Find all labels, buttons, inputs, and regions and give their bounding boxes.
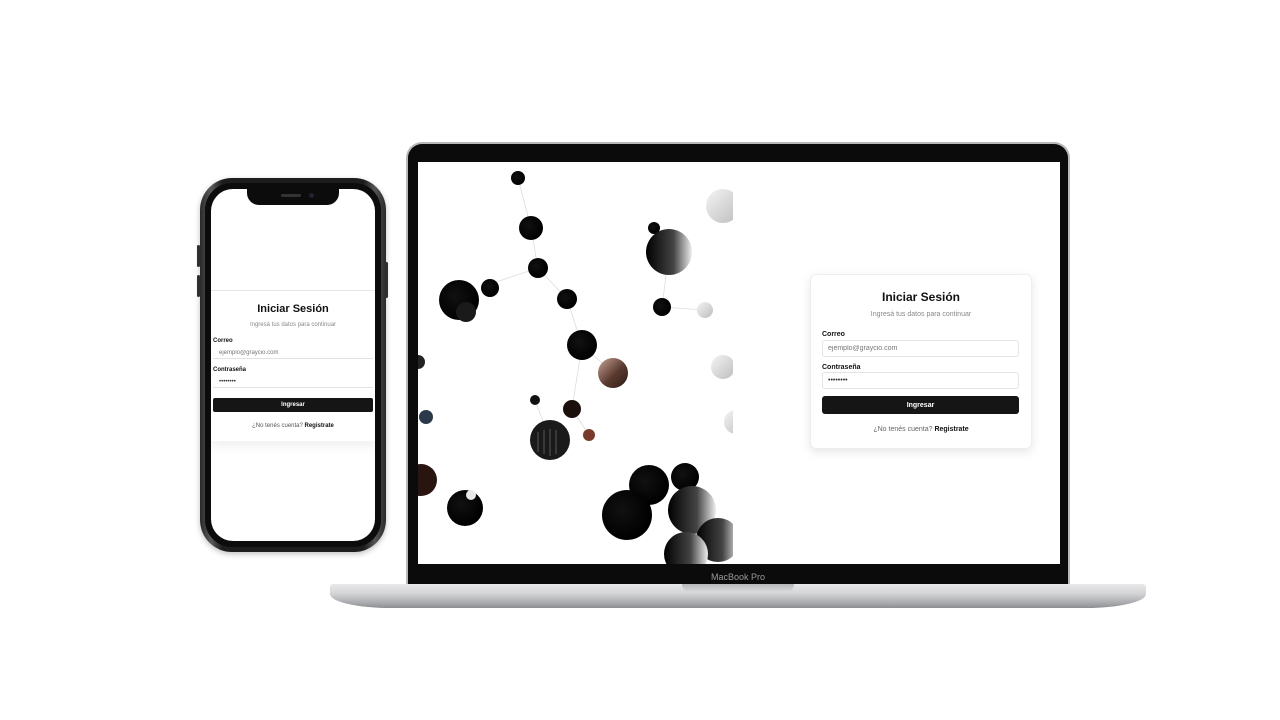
desktop-password-input[interactable] <box>822 372 1019 389</box>
mobile-register-link[interactable]: Registrate <box>305 423 334 429</box>
phone-notch <box>247 189 339 205</box>
mobile-email-label: Correo <box>213 338 233 344</box>
phone-screen: Iniciar Sesión Ingresá tus datos para co… <box>211 189 375 541</box>
laptop-base-notch <box>682 584 794 592</box>
mobile-password-input[interactable] <box>213 376 373 388</box>
mobile-register-row: ¿No tenés cuenta? Registrate <box>211 423 375 429</box>
laptop-screen: Iniciar Sesión Ingresá tus datos para co… <box>418 162 1060 564</box>
mobile-email-input[interactable] <box>213 347 373 359</box>
desktop-password-label: Contraseña <box>822 364 861 371</box>
desktop-login-title: Iniciar Sesión <box>881 290 961 304</box>
speaker-icon <box>281 194 301 197</box>
laptop-lid: Iniciar Sesión Ingresá tus datos para co… <box>406 142 1070 588</box>
mobile-password-label: Contraseña <box>213 367 247 373</box>
laptop-base <box>330 584 1146 608</box>
mobile-login-card: Iniciar Sesión Ingresá tus datos para co… <box>211 290 375 441</box>
desktop-email-label: Correo <box>822 331 845 338</box>
camera-icon <box>309 193 314 198</box>
desktop-login-subtitle: Ingresá tus datos para continuar <box>870 311 972 318</box>
phone-bezel: Iniciar Sesión Ingresá tus datos para co… <box>205 183 381 547</box>
desktop-register-prompt: ¿No tenés cuenta? <box>873 426 933 433</box>
desktop-submit-button[interactable]: Ingresar <box>822 396 1019 414</box>
mobile-login-subtitle: Ingresá tus datos para continuar <box>249 322 337 328</box>
laptop-model-label: MacBook Pro <box>710 572 766 582</box>
desktop-register-link[interactable]: Registrate <box>934 426 968 433</box>
mobile-register-prompt: ¿No tenés cuenta? <box>252 423 303 429</box>
mobile-submit-button[interactable]: Ingresar <box>213 398 373 412</box>
desktop-login-card: Iniciar Sesión Ingresá tus datos para co… <box>810 274 1032 449</box>
phone-device: Iniciar Sesión Ingresá tus datos para co… <box>200 178 386 552</box>
desktop-register-row: ¿No tenés cuenta? Registrate <box>811 426 1031 433</box>
desktop-email-input[interactable] <box>822 340 1019 357</box>
mobile-login-title: Iniciar Sesión <box>257 303 329 315</box>
